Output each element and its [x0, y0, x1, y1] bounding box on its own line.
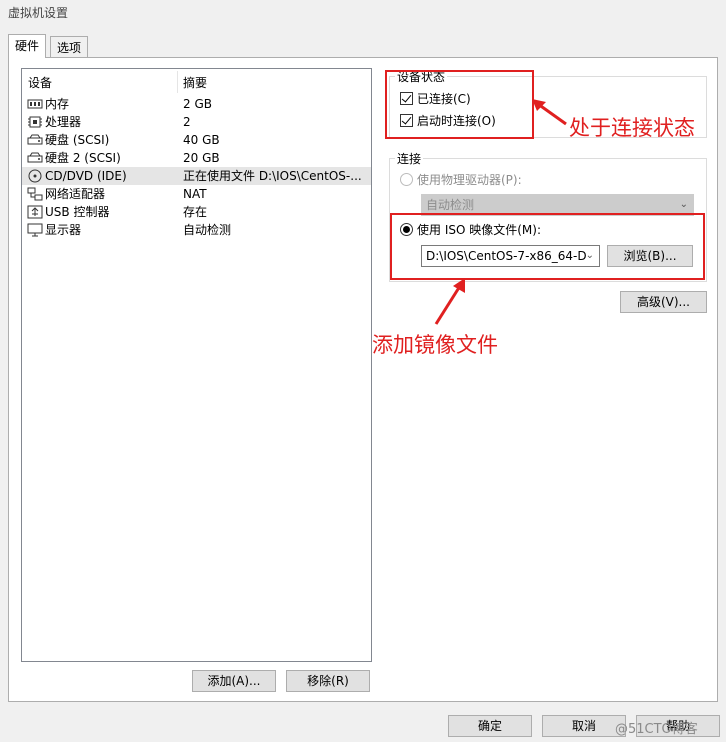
memory-icon [27, 99, 43, 109]
window-title: 虚拟机设置 [8, 6, 69, 20]
annotation-arrow-iso [434, 278, 465, 325]
network-icon [27, 187, 43, 201]
tab-hardware[interactable]: 硬件 [8, 34, 47, 58]
processor-icon [28, 116, 42, 128]
cancel-button[interactable]: 取消 [542, 715, 626, 737]
column-header-summary[interactable]: 摘要 [183, 75, 207, 91]
annotation-text-status: 处于连接状态 [569, 116, 695, 140]
device-list[interactable]: 设备 摘要 内存 2 GB 处理器 2 硬盘 (SCSI) 40 GB 硬盘 2… [21, 68, 372, 662]
device-name: 网络适配器 [45, 187, 106, 201]
device-name: CD/DVD (IDE) [45, 169, 127, 183]
chevron-down-icon: ⌄ [679, 199, 688, 210]
device-name: 硬盘 2 (SCSI) [45, 151, 121, 165]
device-name: 显示器 [45, 223, 82, 237]
device-row-harddisk[interactable]: 硬盘 (SCSI) 40 GB [22, 131, 371, 149]
connection-label: 连接 [395, 150, 424, 167]
cd-dvd-icon [28, 169, 42, 183]
device-name: 内存 [45, 97, 70, 111]
device-summary: 2 [183, 115, 191, 129]
annotation-box-status [385, 70, 534, 139]
annotation-arrow-status [532, 99, 567, 126]
device-row-usb[interactable]: USB 控制器 存在 [22, 203, 371, 221]
column-header-device[interactable]: 设备 [28, 75, 52, 91]
physical-drive-label[interactable]: 使用物理驱动器(P): [417, 171, 522, 188]
device-row-memory[interactable]: 内存 2 GB [22, 95, 371, 113]
tab-options[interactable]: 选项 [50, 36, 89, 58]
device-summary: 2 GB [183, 97, 212, 111]
annotation-text-iso: 添加镜像文件 [372, 333, 498, 357]
display-icon [27, 223, 43, 237]
column-separator[interactable] [177, 71, 178, 93]
harddisk-icon [27, 134, 43, 145]
device-row-network[interactable]: 网络适配器 NAT [22, 185, 371, 203]
device-row-processor[interactable]: 处理器 2 [22, 113, 371, 131]
device-summary: 正在使用文件 D:\IOS\CentOS-... [183, 169, 362, 183]
device-row-harddisk-2[interactable]: 硬盘 2 (SCSI) 20 GB [22, 149, 371, 167]
ok-button[interactable]: 确定 [448, 715, 532, 737]
add-hardware-button[interactable]: 添加(A)... [192, 670, 276, 692]
device-name: 处理器 [45, 115, 82, 129]
advanced-button[interactable]: 高级(V)... [620, 291, 707, 313]
device-name: USB 控制器 [45, 205, 110, 219]
device-summary: 40 GB [183, 133, 220, 147]
physical-drive-radio[interactable] [400, 173, 413, 186]
device-row-display[interactable]: 显示器 自动检测 [22, 221, 371, 239]
device-summary: 存在 [183, 205, 208, 219]
harddisk-icon [27, 152, 43, 163]
device-summary: 20 GB [183, 151, 220, 165]
device-row-cd-dvd[interactable]: CD/DVD (IDE) 正在使用文件 D:\IOS\CentOS-... [22, 167, 371, 185]
usb-icon [27, 205, 43, 219]
device-summary: 自动检测 [183, 223, 232, 237]
remove-hardware-button[interactable]: 移除(R) [286, 670, 370, 692]
device-name: 硬盘 (SCSI) [45, 133, 110, 147]
device-summary: NAT [183, 187, 207, 201]
annotation-box-iso [390, 213, 705, 280]
watermark: @51CTO博客 [615, 722, 698, 737]
physical-drive-select-value: 自动检测 [426, 198, 475, 212]
